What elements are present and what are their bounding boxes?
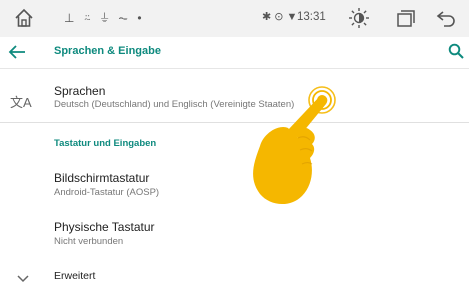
screen: ⊥ ⍨ ⏚ ⏦ • ✱ ⊙ ▼ 13:31 Sprachen & Eingabe… bbox=[0, 0, 469, 286]
clock: 13:31 bbox=[297, 11, 326, 23]
languages-title: Sprachen bbox=[54, 84, 106, 98]
brightness-icon[interactable] bbox=[348, 7, 370, 29]
divider bbox=[0, 122, 469, 123]
physical-keyboard-title: Physische Tastatur bbox=[54, 220, 155, 234]
advanced-title: Erweitert bbox=[54, 270, 96, 282]
onscreen-keyboard-title: Bildschirmtastatur bbox=[54, 171, 150, 185]
recent-apps-icon[interactable] bbox=[397, 10, 415, 27]
status-icons: ✱ ⊙ ▼ bbox=[262, 11, 298, 23]
status-bar: ⊥ ⍨ ⏚ ⏦ • ✱ ⊙ ▼ 13:31 bbox=[0, 0, 469, 37]
notification-icons: ⊥ ⍨ ⏚ ⏦ • bbox=[64, 11, 145, 25]
tap-gesture-hand-icon bbox=[253, 86, 336, 205]
app-bar: Sprachen & Eingabe bbox=[0, 37, 469, 69]
navigate-back-arrow-icon[interactable] bbox=[8, 44, 26, 60]
translate-icon: 文A bbox=[10, 95, 32, 110]
onscreen-keyboard-subtitle: Android-Tastatur (AOSP) bbox=[54, 187, 160, 198]
home-icon[interactable] bbox=[14, 8, 34, 28]
page-title: Sprachen & Eingabe bbox=[54, 45, 161, 57]
physical-keyboard-subtitle: Nicht verbunden bbox=[54, 236, 124, 247]
section-header-keyboard-input: Tastatur und Eingaben bbox=[54, 138, 157, 149]
search-icon[interactable] bbox=[448, 43, 464, 59]
back-icon[interactable] bbox=[436, 10, 456, 27]
chevron-down-icon bbox=[17, 275, 29, 283]
